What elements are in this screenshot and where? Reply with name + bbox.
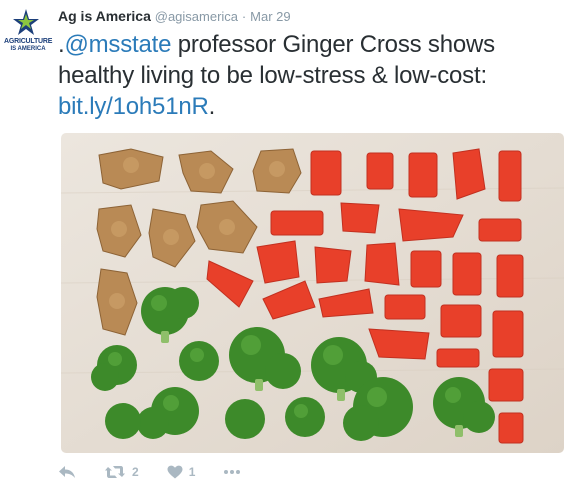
retweet-count: 2 [132, 465, 139, 479]
reply-button[interactable] [58, 465, 76, 479]
mention-link[interactable]: @msstate [64, 31, 171, 58]
tweet-header: Ag is America @agisamerica · Mar 29 [58, 8, 291, 24]
author-handle[interactable]: @agisamerica [155, 9, 238, 24]
like-count: 1 [188, 465, 196, 479]
logo-star-icon [13, 9, 39, 35]
more-dots-icon [224, 470, 241, 474]
heart-icon [167, 465, 183, 479]
header-separator: · [241, 9, 247, 24]
like-button[interactable]: 1 [167, 465, 196, 479]
tweet-text: .@msstate professor Ginger Cross shows h… [58, 29, 563, 122]
avatar-line1: AGRICULTURE [4, 38, 53, 45]
avatar[interactable]: AGRICULTURE IS AMERICA [4, 8, 52, 58]
reply-icon [59, 466, 75, 478]
retweet-icon [105, 466, 125, 478]
url-link[interactable]: bit.ly/1oh51nR [58, 93, 209, 120]
author-name[interactable]: Ag is America [58, 8, 151, 24]
tweet-photo[interactable] [61, 133, 564, 453]
avatar-line2: IS AMERICA [10, 46, 46, 52]
retweet-button[interactable]: 2 [104, 465, 139, 479]
more-button[interactable] [223, 469, 241, 475]
timestamp[interactable]: Mar 29 [250, 9, 290, 24]
text-suffix: . [208, 93, 216, 120]
action-bar: 2 1 [58, 462, 269, 482]
photo-image [61, 133, 564, 453]
